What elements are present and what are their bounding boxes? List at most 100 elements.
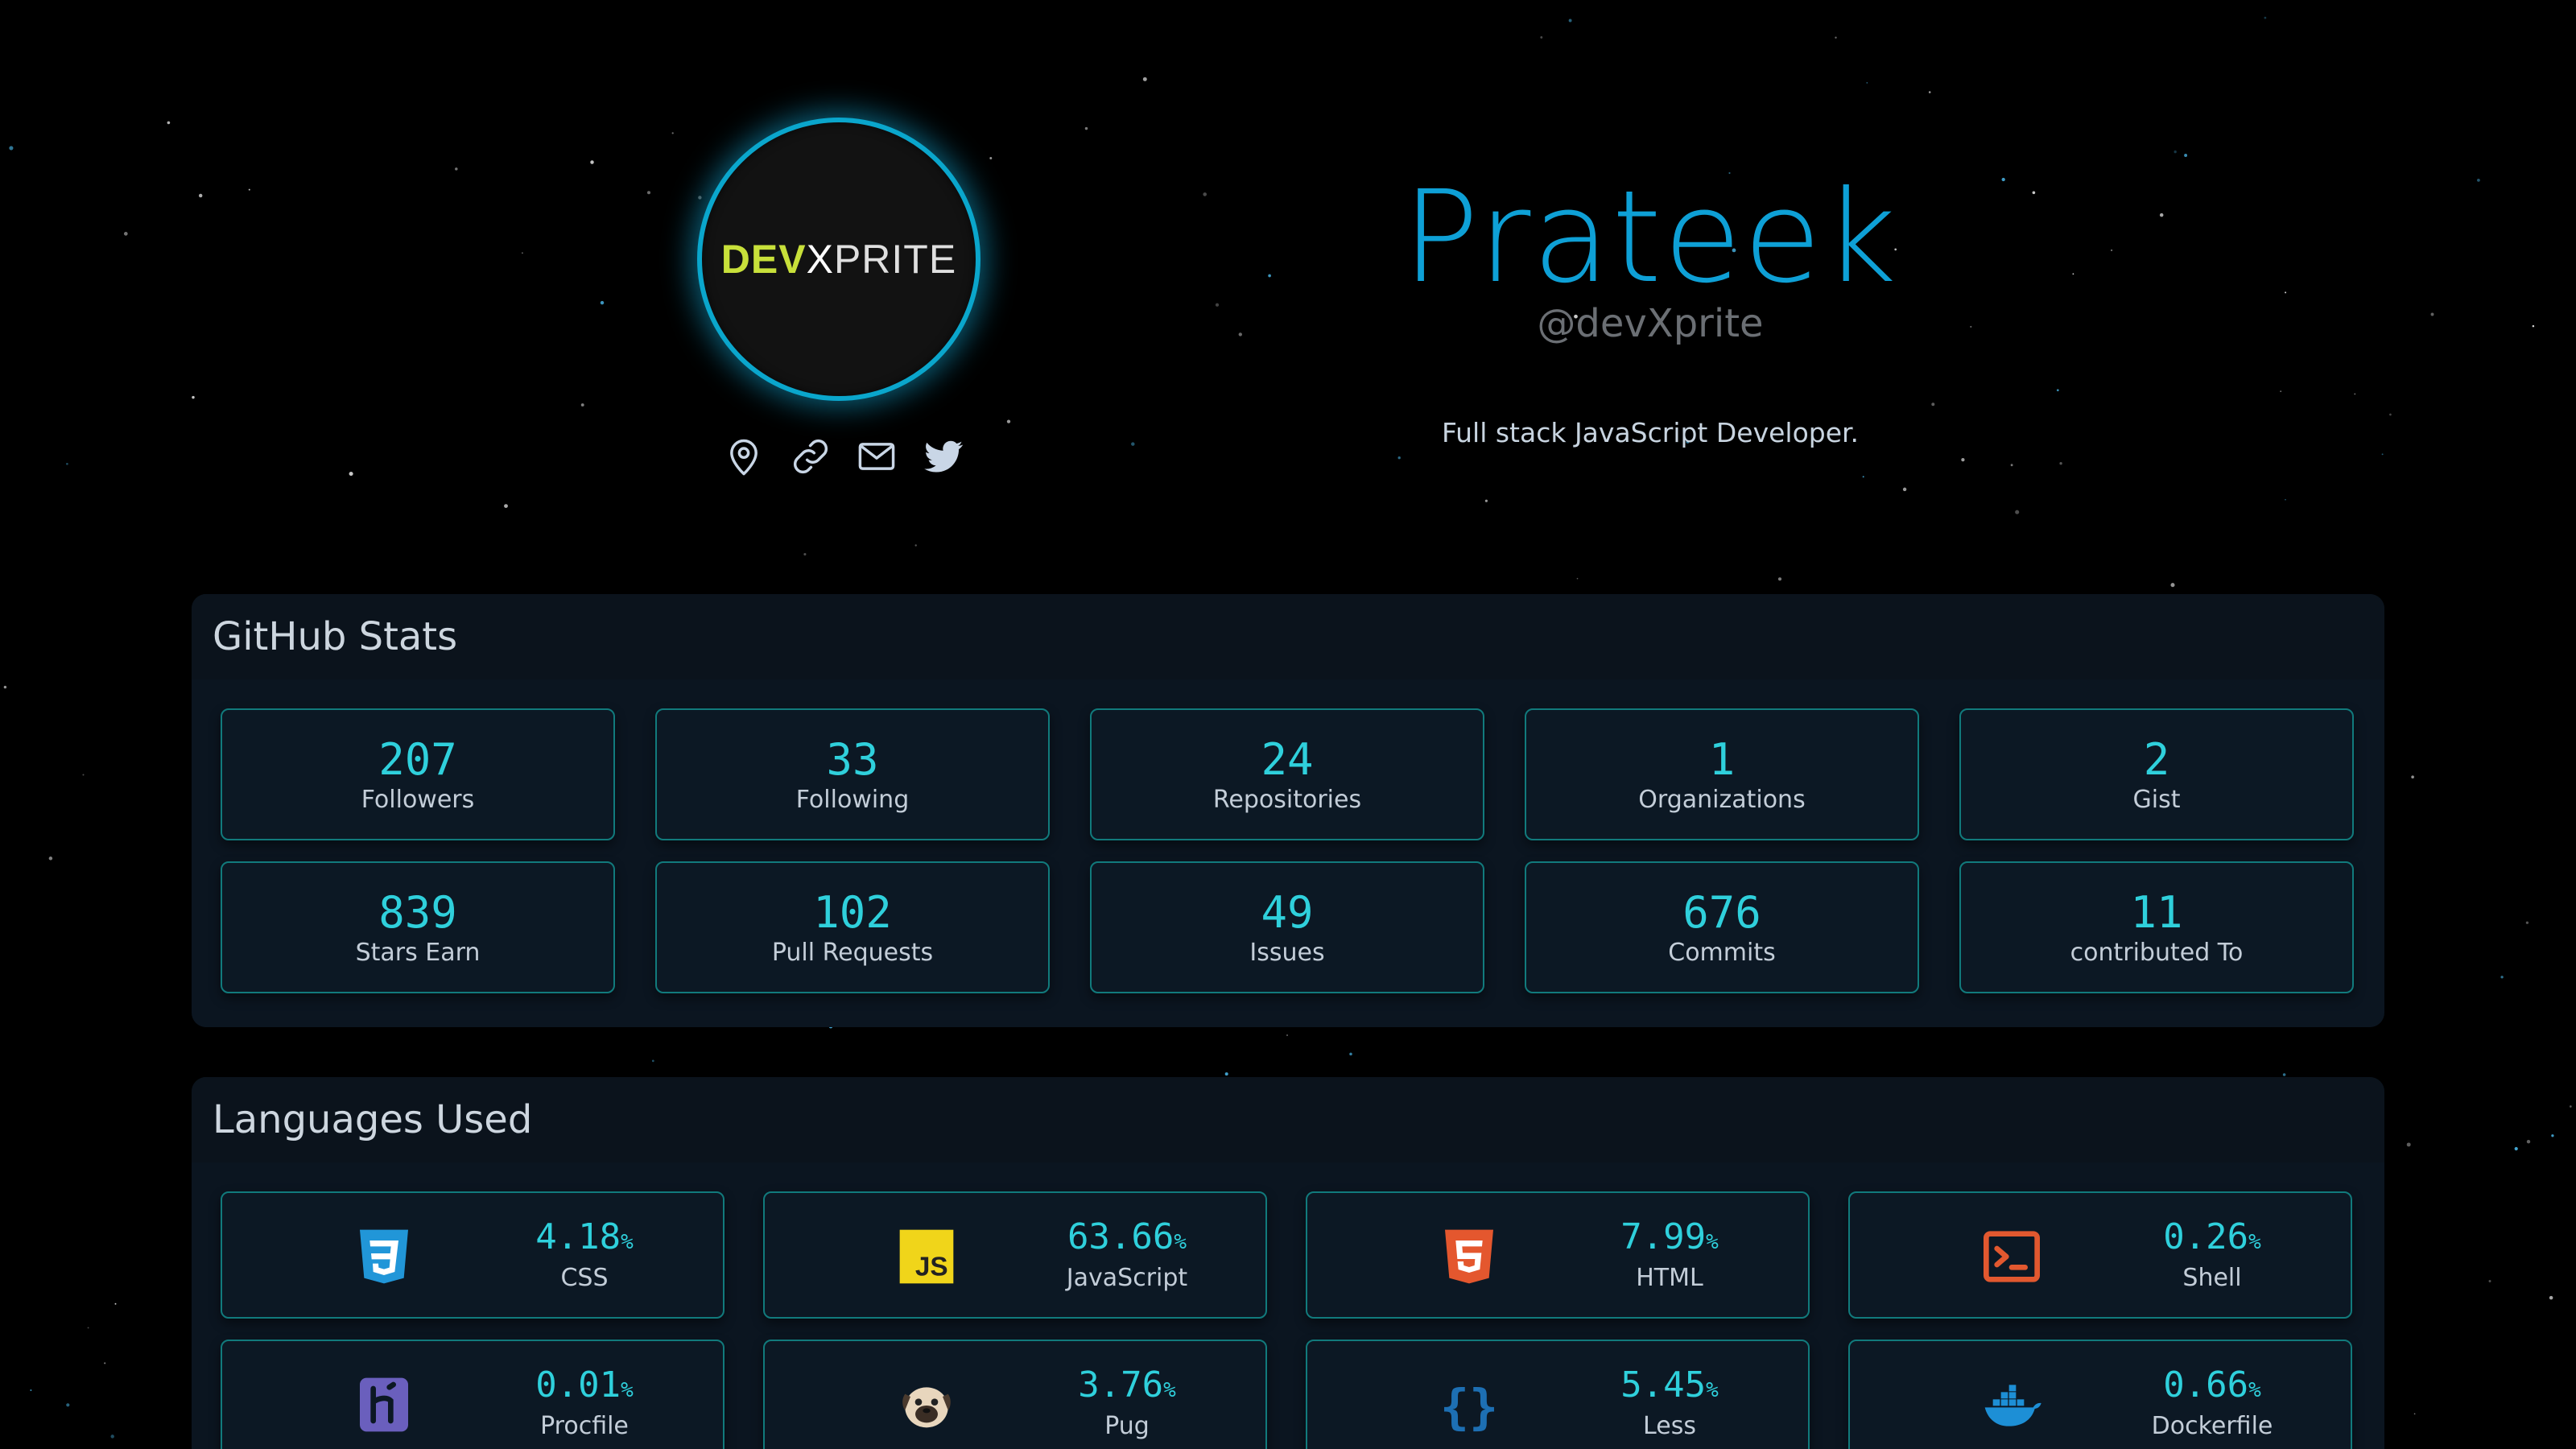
language-text: 63.66% JavaScript [1022, 1217, 1232, 1293]
logo-prite-text: PRITE [833, 237, 957, 282]
profile-bio: Full stack JavaScript Developer. [1441, 417, 1860, 448]
language-card: 7.99% HTML [1306, 1191, 1810, 1319]
stat-value: 33 [826, 733, 879, 785]
language-percent-value: 0.66 [2163, 1364, 2249, 1406]
heroku-icon [351, 1372, 417, 1438]
language-percent: 7.99% [1565, 1217, 1774, 1262]
stat-label: Pull Requests [771, 938, 934, 967]
stat-card: 1 Organizations [1525, 708, 1919, 840]
language-card: JS 63.66% JavaScript [763, 1191, 1267, 1319]
page: DEVXPRITE Prateek @devXprite Full stack … [0, 0, 2576, 1449]
language-card: 0.01% Procfile [221, 1340, 724, 1449]
stat-label: Organizations [1638, 785, 1806, 814]
mail-icon[interactable] [853, 433, 900, 480]
language-name: Shell [2182, 1264, 2242, 1292]
language-name: Less [1643, 1412, 1696, 1440]
devxprite-logo: DEVXPRITE [721, 236, 956, 283]
logo-x-text: X [806, 237, 834, 282]
stat-card: 676 Commits [1525, 861, 1919, 993]
stat-card: 33 Following [655, 708, 1050, 840]
stat-label: Followers [361, 785, 475, 814]
stat-value: 11 [2130, 886, 2183, 938]
language-card: 0.66% Dockerfile [1848, 1340, 2352, 1449]
language-name: JavaScript [1066, 1264, 1188, 1292]
link-icon[interactable] [787, 433, 834, 480]
language-percent-value: 7.99 [1620, 1216, 1707, 1257]
stat-card: 839 Stars Earn [221, 861, 615, 993]
stat-label: Repositories [1212, 785, 1362, 814]
stat-card: 24 Repositories [1090, 708, 1484, 840]
language-card: 0.26% Shell [1848, 1191, 2352, 1319]
stat-card: 2 Gist [1959, 708, 2354, 840]
language-percent-unit: % [2248, 1230, 2261, 1254]
language-name: Pug [1104, 1412, 1150, 1440]
stat-card: 102 Pull Requests [655, 861, 1050, 993]
curly-braces-icon: {} [1436, 1372, 1502, 1438]
social-links [720, 431, 967, 481]
language-name: CSS [560, 1264, 609, 1292]
language-percent-value: 0.26 [2163, 1216, 2249, 1257]
language-percent: 0.66% [2107, 1365, 2317, 1410]
stats-grid: 207 Followers 33 Following 24 Repositories 1 Or… [192, 679, 2384, 993]
profile-name: Prateek [1402, 163, 1899, 312]
language-text: 3.76% Pug [1022, 1365, 1232, 1441]
twitter-icon[interactable] [920, 433, 967, 480]
stat-value: 49 [1261, 886, 1314, 938]
stat-label: Issues [1249, 938, 1325, 967]
svg-text:JS: JS [915, 1252, 948, 1282]
profile-handle[interactable]: @devXprite [1256, 301, 2045, 346]
stat-label: Following [795, 785, 910, 814]
language-percent: 63.66% [1022, 1217, 1232, 1262]
stat-value: 24 [1261, 733, 1314, 785]
stat-label: contributed To [2070, 938, 2244, 967]
language-percent-unit: % [621, 1378, 634, 1402]
language-percent-unit: % [1706, 1230, 1719, 1254]
language-percent-unit: % [1706, 1378, 1719, 1402]
stat-value: 207 [378, 733, 457, 785]
pug-icon [894, 1372, 960, 1438]
language-card: {} 5.45% Less [1306, 1340, 1810, 1449]
languages-grid: 4.18% CSS JS 63.66% JavaScript 7.99% HTML 0.26%… [192, 1162, 2384, 1449]
language-text: 4.18% CSS [480, 1216, 689, 1293]
stat-label: Stars Earn [355, 938, 481, 967]
language-percent: 3.76% [1022, 1365, 1232, 1410]
terminal-icon [1979, 1224, 2045, 1290]
stat-label: Commits [1668, 938, 1776, 967]
languages-panel: Languages Used 4.18% CSS JS 63.66% JavaScrip… [192, 1077, 2384, 1449]
language-percent-value: 5.45 [1620, 1364, 1707, 1406]
language-name: Procfile [540, 1412, 629, 1440]
html5-icon [1436, 1224, 1502, 1290]
stat-label: Gist [2132, 785, 2181, 814]
language-percent: 0.01% [480, 1365, 689, 1410]
language-text: 0.26% Shell [2107, 1217, 2317, 1293]
language-percent: 0.26% [2107, 1217, 2317, 1262]
location-icon[interactable] [720, 433, 767, 480]
css3-icon [351, 1224, 417, 1290]
svg-text:{}: {} [1440, 1379, 1498, 1435]
stat-card: 207 Followers [221, 708, 615, 840]
stat-value: 676 [1682, 886, 1761, 938]
docker-icon [1979, 1372, 2045, 1438]
language-percent-value: 63.66 [1067, 1216, 1174, 1257]
stat-value: 2 [2143, 733, 2170, 785]
language-percent-unit: % [621, 1230, 634, 1254]
language-text: 0.66% Dockerfile [2107, 1365, 2317, 1441]
stat-value: 1 [1708, 733, 1736, 785]
language-percent-unit: % [1163, 1378, 1176, 1402]
avatar: DEVXPRITE [697, 118, 980, 401]
language-text: 5.45% Less [1565, 1364, 1774, 1441]
stat-value: 839 [378, 886, 457, 938]
javascript-icon: JS [894, 1224, 960, 1290]
language-text: 7.99% HTML [1565, 1217, 1774, 1293]
language-percent-value: 4.18 [535, 1216, 621, 1257]
languages-title: Languages Used [192, 1077, 2384, 1162]
logo-dev-text: DEV [720, 237, 807, 282]
stat-card: 11 contributed To [1959, 861, 2354, 993]
language-percent-value: 3.76 [1078, 1364, 1164, 1406]
language-percent-value: 0.01 [535, 1364, 621, 1406]
language-name: HTML [1636, 1264, 1703, 1292]
language-card: 3.76% Pug [763, 1340, 1267, 1449]
language-percent-unit: % [2248, 1378, 2261, 1402]
language-text: 0.01% Procfile [480, 1365, 689, 1441]
stat-value: 102 [813, 886, 892, 938]
